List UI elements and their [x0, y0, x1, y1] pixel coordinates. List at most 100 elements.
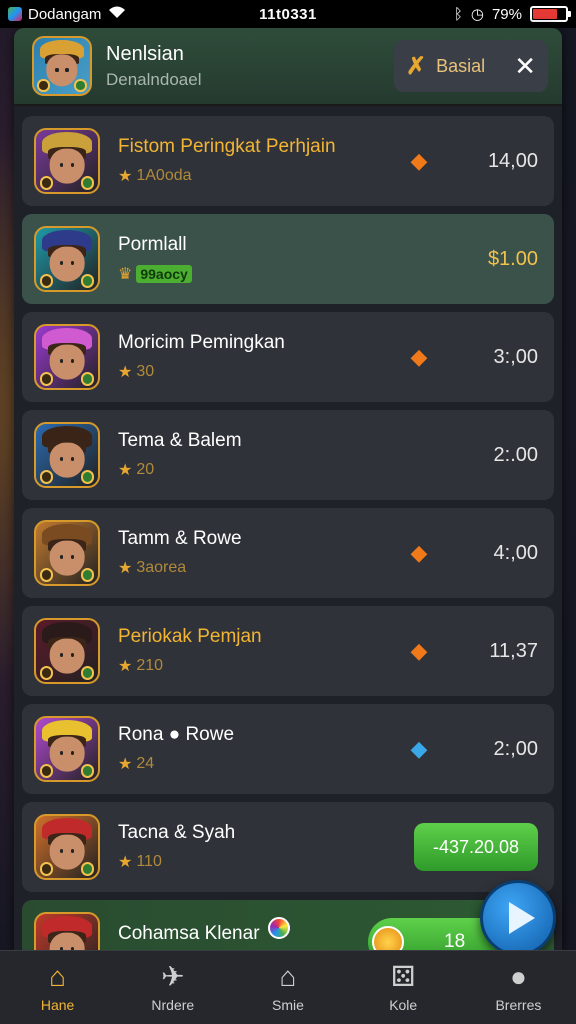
list-item[interactable]: Pormlall ♛ 99aocy $1.00	[22, 214, 554, 304]
player-list: Fistom Peringkat Perhjain ★ 1A0oda ◆ 14,00 Po…	[14, 106, 562, 990]
star-icon: ★	[118, 658, 133, 675]
tab-smie[interactable]: ⌂ Smie	[230, 951, 345, 1024]
item-name: Fistom Peringkat Perhjain	[118, 136, 336, 157]
item-price: 2:.00	[493, 443, 538, 466]
avatar	[34, 716, 100, 782]
carrier-label: Dodangam	[28, 5, 102, 23]
item-subtitle: ♛ 99aocy	[118, 264, 462, 284]
star-icon: ★	[118, 560, 133, 577]
header-action-button[interactable]: ✗ Basial ✕	[394, 40, 548, 92]
item-name: Moricim Pemingkan	[118, 332, 285, 353]
item-subtitle: ★ 30	[118, 362, 404, 382]
orange-gem-icon: ◆	[410, 344, 428, 369]
item-subtitle: ★ 3aorea	[118, 558, 404, 578]
house-icon: ⌂	[279, 960, 297, 992]
item-price: 14,00	[487, 149, 538, 172]
tab-label: Smie	[272, 996, 304, 1013]
item-subtitle: ★ 24	[118, 754, 404, 774]
tab-kole[interactable]: ⚄ Kole	[346, 951, 461, 1024]
home-icon: ⌂	[49, 960, 67, 992]
item-price: 3:,00	[493, 345, 538, 368]
clock: 11t0331	[259, 5, 317, 23]
list-item[interactable]: Rona ● Rowe ★ 24 ◆ 2:,00	[22, 704, 554, 794]
item-name: Pormlall	[118, 234, 187, 255]
item-name: Tamm & Rowe	[118, 528, 242, 549]
list-item[interactable]: Tacna & Syah ★ 110 -437.20.08	[22, 802, 554, 892]
item-score: 3aorea	[136, 559, 187, 576]
list-item[interactable]: Tema & Balem ★ 20 2:.00	[22, 410, 554, 500]
play-button[interactable]	[480, 880, 556, 956]
avatar	[32, 36, 92, 96]
dialog-panel: Nenlsian Denalndoael ✗ Basial ✕ Fistom P…	[14, 28, 562, 1024]
item-score: 30	[136, 363, 155, 380]
item-score: 110	[136, 853, 162, 870]
item-score: 210	[136, 657, 164, 674]
tab-brerres[interactable]: ● Brerres	[461, 951, 576, 1024]
orb-icon	[267, 917, 290, 939]
avatar	[34, 422, 100, 488]
close-icon[interactable]: ✕	[514, 51, 536, 82]
avatar	[34, 128, 100, 194]
wifi-icon	[107, 5, 127, 23]
header-subtitle: Denalndoael	[106, 69, 202, 89]
item-subtitle: ★ 20	[118, 460, 462, 480]
blue-gem-icon: ◆	[410, 736, 428, 761]
item-subtitle: ★ 1A0oda	[118, 166, 404, 186]
item-subtitle: ★ 110	[118, 852, 414, 872]
battery-icon	[530, 6, 571, 22]
orange-gem-icon: ◆	[410, 540, 428, 565]
header-action-label: Basial	[436, 55, 486, 76]
item-score: 99aocy	[136, 265, 192, 283]
item-price: 11,37	[489, 639, 538, 662]
avatar	[34, 618, 100, 684]
battery-level	[533, 9, 557, 19]
avatar	[34, 324, 100, 390]
dice-icon: ⚄	[391, 960, 416, 992]
tab-label: Nrdere	[151, 996, 195, 1013]
bottom-tab-bar: ⌂ Hane ✈ Nrdere ⌂ Smie ⚄ Kole ● Brerres	[0, 950, 576, 1024]
item-name: Tacna & Syah	[118, 822, 236, 843]
list-item[interactable]: Tamm & Rowe ★ 3aorea ◆ 4:,00	[22, 508, 554, 598]
avatar	[34, 520, 100, 586]
panel-header: Nenlsian Denalndoael ✗ Basial ✕	[14, 28, 562, 106]
play-icon	[509, 902, 535, 934]
tab-label: Brerres	[495, 996, 542, 1013]
orange-gem-icon: ◆	[410, 148, 428, 173]
crown-icon: ♛	[118, 266, 133, 283]
tab-label: Kole	[389, 996, 418, 1013]
bluetooth-icon: ᛒ	[453, 5, 463, 23]
orange-gem-icon: ◆	[410, 638, 428, 663]
item-score: 20	[136, 461, 155, 478]
item-price: 4:,00	[493, 541, 538, 564]
buy-button[interactable]: -437.20.08	[414, 823, 538, 871]
tab-hane[interactable]: ⌂ Hane	[0, 951, 115, 1024]
item-name: Tema & Balem	[118, 430, 242, 451]
star-icon: ★	[118, 168, 133, 185]
avatar	[34, 226, 100, 292]
item-score: 24	[136, 755, 155, 772]
star-icon: ★	[118, 756, 133, 773]
item-score: 1A0oda	[136, 167, 192, 184]
item-name: Rona ● Rowe	[118, 724, 235, 745]
item-name: Periokak Pemjan	[118, 626, 262, 647]
tab-nrdere[interactable]: ✈ Nrdere	[115, 951, 230, 1024]
tab-label: Hane	[40, 996, 75, 1013]
header-title: Nenlsian	[106, 42, 184, 65]
item-subtitle: ★ 210	[118, 656, 404, 676]
app-icon	[8, 7, 22, 21]
list-item[interactable]: Moricim Pemingkan ★ 30 ◆ 3:,00	[22, 312, 554, 402]
status-bar: Dodangam 11t0331 ᛒ ◷ 79%	[0, 0, 576, 28]
plane-icon: ✈	[161, 960, 185, 992]
item-price: 2:,00	[493, 737, 538, 760]
list-item[interactable]: Fistom Peringkat Perhjain ★ 1A0oda ◆ 14,00	[22, 116, 554, 206]
circle-icon: ●	[509, 960, 527, 992]
battery-percent: 79%	[491, 5, 522, 23]
star-icon: ★	[118, 364, 133, 381]
item-price: $1.00	[487, 247, 538, 270]
swords-icon: ✗	[406, 52, 427, 80]
list-item[interactable]: Periokak Pemjan ★ 210 ◆ 11,37	[22, 606, 554, 696]
alarm-icon: ◷	[470, 6, 484, 23]
star-icon: ★	[118, 854, 133, 871]
star-icon: ★	[118, 462, 133, 479]
avatar	[34, 814, 100, 880]
